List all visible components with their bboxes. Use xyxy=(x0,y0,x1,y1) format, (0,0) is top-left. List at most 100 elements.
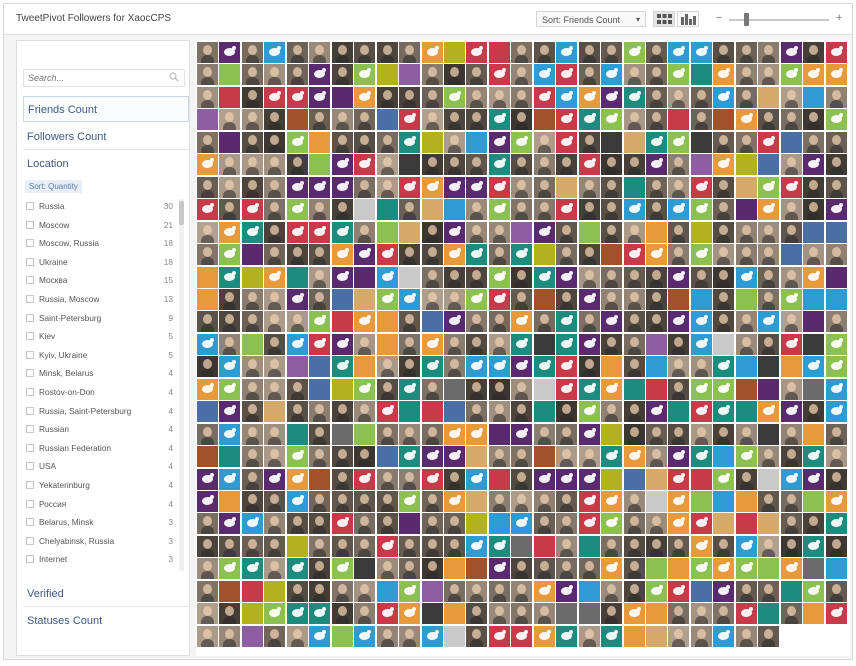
follower-avatar-tile[interactable] xyxy=(466,625,488,647)
twitter-bird-avatar-tile[interactable] xyxy=(713,64,735,86)
twitter-bird-avatar-tile[interactable] xyxy=(533,64,555,86)
follower-avatar-tile[interactable] xyxy=(421,580,443,602)
follower-avatar-tile[interactable] xyxy=(264,311,286,333)
follower-avatar-tile[interactable] xyxy=(623,580,645,602)
follower-avatar-tile[interactable] xyxy=(578,176,600,198)
follower-avatar-tile[interactable] xyxy=(219,131,241,153)
twitter-bird-avatar-tile[interactable] xyxy=(443,491,465,512)
follower-avatar-tile[interactable] xyxy=(780,356,802,378)
follower-avatar-tile[interactable] xyxy=(825,154,847,176)
twitter-bird-avatar-tile[interactable] xyxy=(690,378,712,400)
twitter-bird-avatar-tile[interactable] xyxy=(511,131,533,153)
follower-avatar-tile[interactable] xyxy=(219,603,241,625)
follower-avatar-tile[interactable] xyxy=(466,154,488,176)
twitter-bird-avatar-tile[interactable] xyxy=(197,378,218,400)
follower-avatar-tile[interactable] xyxy=(533,401,555,423)
follower-avatar-tile[interactable] xyxy=(803,333,825,355)
zoom-in-button[interactable]: + xyxy=(836,11,842,25)
follower-avatar-tile[interactable] xyxy=(399,42,420,63)
follower-avatar-tile[interactable] xyxy=(780,266,802,288)
location-checkbox[interactable] xyxy=(26,387,34,396)
location-checkbox[interactable] xyxy=(26,555,34,564)
follower-avatar-tile[interactable] xyxy=(354,491,376,512)
follower-avatar-tile[interactable] xyxy=(578,131,600,153)
follower-avatar-tile[interactable] xyxy=(309,154,331,176)
follower-avatar-tile[interactable] xyxy=(803,378,825,400)
follower-avatar-tile[interactable] xyxy=(376,221,398,243)
follower-avatar-tile[interactable] xyxy=(331,625,353,647)
twitter-bird-avatar-tile[interactable] xyxy=(443,221,465,243)
follower-avatar-tile[interactable] xyxy=(803,86,825,108)
twitter-bird-avatar-tile[interactable] xyxy=(803,356,825,378)
follower-avatar-tile[interactable] xyxy=(601,42,623,63)
twitter-bird-avatar-tile[interactable] xyxy=(578,423,600,445)
follower-avatar-tile[interactable] xyxy=(264,109,286,131)
follower-avatar-tile[interactable] xyxy=(421,109,443,131)
follower-avatar-tile[interactable] xyxy=(690,64,712,86)
follower-avatar-tile[interactable] xyxy=(511,603,533,625)
follower-avatar-tile[interactable] xyxy=(646,86,667,108)
twitter-bird-avatar-tile[interactable] xyxy=(646,244,667,265)
follower-avatar-tile[interactable] xyxy=(286,154,308,176)
twitter-bird-avatar-tile[interactable] xyxy=(735,109,757,131)
follower-avatar-tile[interactable] xyxy=(241,356,263,378)
twitter-bird-avatar-tile[interactable] xyxy=(309,333,331,355)
follower-avatar-tile[interactable] xyxy=(309,356,331,378)
follower-avatar-tile[interactable] xyxy=(219,625,241,647)
twitter-bird-avatar-tile[interactable] xyxy=(668,266,690,288)
twitter-bird-avatar-tile[interactable] xyxy=(399,109,420,131)
follower-avatar-tile[interactable] xyxy=(556,154,578,176)
twitter-bird-avatar-tile[interactable] xyxy=(331,558,353,580)
location-checkbox[interactable] xyxy=(26,369,34,378)
follower-avatar-tile[interactable] xyxy=(219,333,241,355)
twitter-bird-avatar-tile[interactable] xyxy=(286,333,308,355)
twitter-bird-avatar-tile[interactable] xyxy=(578,401,600,423)
twitter-bird-avatar-tile[interactable] xyxy=(331,266,353,288)
follower-avatar-tile[interactable] xyxy=(219,535,241,557)
follower-avatar-tile[interactable] xyxy=(533,423,555,445)
follower-avatar-tile[interactable] xyxy=(511,558,533,580)
twitter-bird-avatar-tile[interactable] xyxy=(556,199,578,221)
follower-avatar-tile[interactable] xyxy=(511,266,533,288)
twitter-bird-avatar-tile[interactable] xyxy=(758,311,780,333)
follower-avatar-tile[interactable] xyxy=(690,356,712,378)
follower-avatar-tile[interactable] xyxy=(309,513,331,535)
follower-avatar-tile[interactable] xyxy=(735,176,757,198)
location-sort-button[interactable]: Sort: Quantity xyxy=(25,180,82,193)
follower-avatar-tile[interactable] xyxy=(713,109,735,131)
follower-avatar-tile[interactable] xyxy=(286,535,308,557)
twitter-bird-avatar-tile[interactable] xyxy=(399,580,420,602)
follower-avatar-tile[interactable] xyxy=(780,221,802,243)
follower-avatar-tile[interactable] xyxy=(713,199,735,221)
twitter-bird-avatar-tile[interactable] xyxy=(241,221,263,243)
follower-avatar-tile[interactable] xyxy=(376,491,398,512)
follower-avatar-tile[interactable] xyxy=(690,288,712,310)
follower-avatar-tile[interactable] xyxy=(309,131,331,153)
follower-avatar-tile[interactable] xyxy=(780,513,802,535)
follower-avatar-tile[interactable] xyxy=(601,603,623,625)
follower-avatar-tile[interactable] xyxy=(533,603,555,625)
follower-avatar-tile[interactable] xyxy=(601,131,623,153)
sort-dropdown[interactable]: Sort: Friends Count ▾ xyxy=(536,11,646,27)
follower-avatar-tile[interactable] xyxy=(241,64,263,86)
grid-view-button[interactable] xyxy=(653,11,675,27)
follower-avatar-tile[interactable] xyxy=(646,468,667,490)
twitter-bird-avatar-tile[interactable] xyxy=(825,378,847,400)
follower-avatar-tile[interactable] xyxy=(533,491,555,512)
follower-avatar-tile[interactable] xyxy=(197,535,218,557)
follower-avatar-tile[interactable] xyxy=(758,513,780,535)
twitter-bird-avatar-tile[interactable] xyxy=(713,378,735,400)
location-item[interactable]: Russian Federation 4 xyxy=(23,439,191,458)
follower-avatar-tile[interactable] xyxy=(443,64,465,86)
follower-avatar-tile[interactable] xyxy=(623,266,645,288)
location-item[interactable]: Chelyabinsk, Russia 3 xyxy=(23,532,191,551)
follower-avatar-tile[interactable] xyxy=(466,558,488,580)
follower-avatar-tile[interactable] xyxy=(421,244,443,265)
follower-avatar-tile[interactable] xyxy=(668,86,690,108)
follower-avatar-tile[interactable] xyxy=(780,603,802,625)
location-item[interactable]: Kiev 5 xyxy=(23,327,191,346)
follower-avatar-tile[interactable] xyxy=(197,580,218,602)
twitter-bird-avatar-tile[interactable] xyxy=(286,199,308,221)
follower-avatar-tile[interactable] xyxy=(623,64,645,86)
twitter-bird-avatar-tile[interactable] xyxy=(421,625,443,647)
